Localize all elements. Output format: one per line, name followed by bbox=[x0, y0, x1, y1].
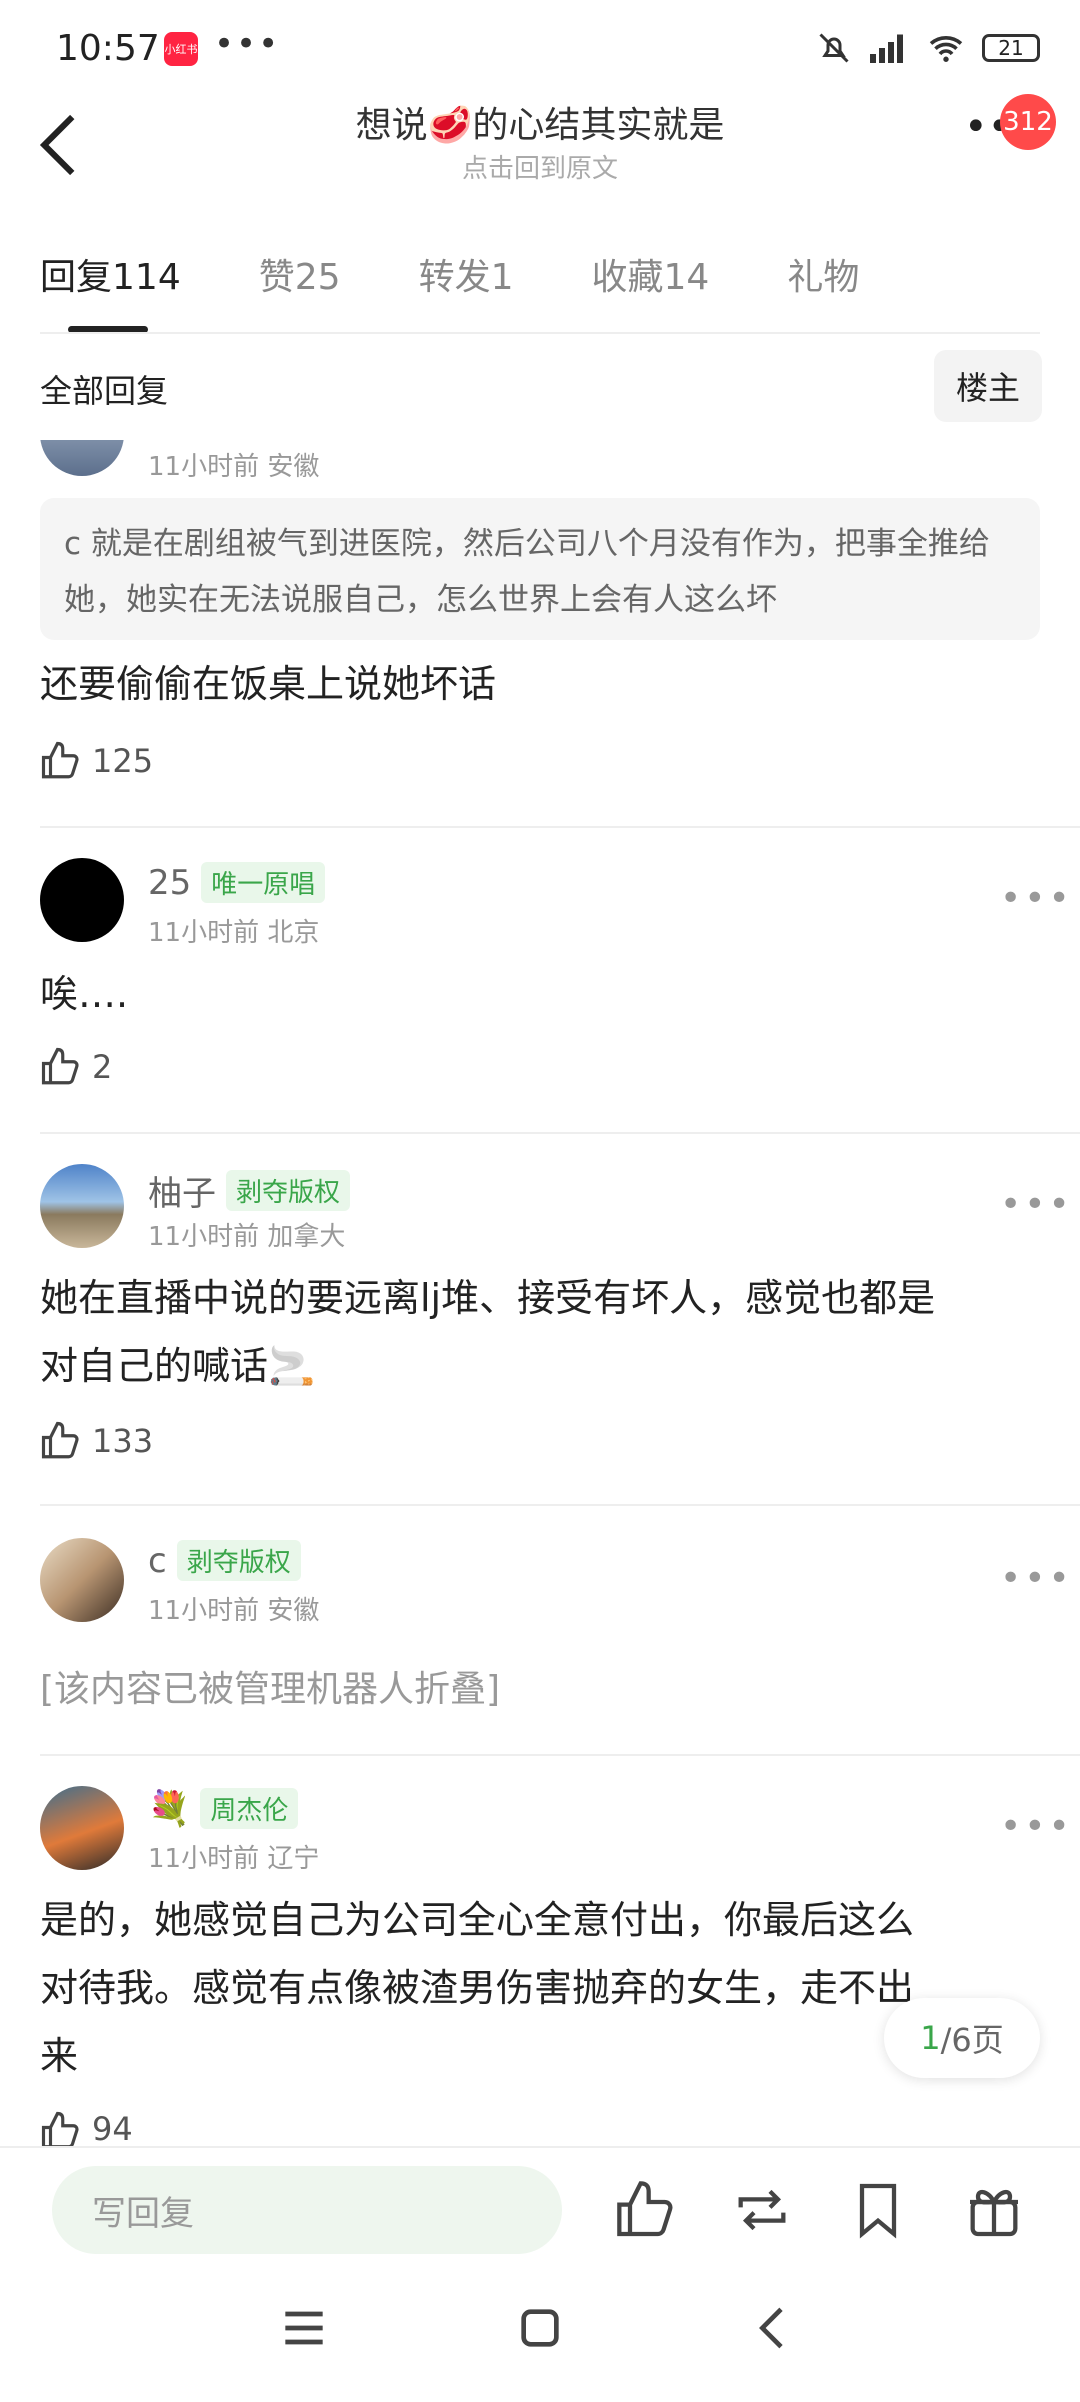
signal-icon bbox=[870, 34, 903, 63]
owner-filter-button[interactable]: 楼主 bbox=[934, 350, 1042, 422]
page-total: /6页 bbox=[940, 2021, 1004, 2059]
tab-gifts[interactable]: 礼物 bbox=[787, 248, 859, 300]
current-page: 1 bbox=[920, 2019, 941, 2057]
mute-bell-icon bbox=[819, 33, 849, 63]
page-indicator[interactable]: 1 /6页 bbox=[884, 1998, 1040, 2078]
tab-likes[interactable]: 赞25 bbox=[259, 248, 341, 300]
thumbs-up-icon bbox=[41, 741, 79, 779]
tab-favorites[interactable]: 收藏14 bbox=[591, 248, 709, 300]
username[interactable]: 💐 bbox=[148, 1789, 190, 1829]
user-tag: 唯一原唱 bbox=[201, 862, 326, 903]
username[interactable]: c bbox=[148, 1541, 167, 1581]
folded-content-notice[interactable]: [该内容已被管理机器人折叠] bbox=[40, 1660, 500, 1712]
comment-meta: 11小时前 加拿大 bbox=[148, 1222, 346, 1252]
home-nav-icon[interactable] bbox=[512, 2300, 568, 2356]
comment-menu-icon[interactable]: ••• bbox=[1000, 1184, 1073, 1225]
status-icons: 21 bbox=[816, 30, 1040, 66]
comment-menu-icon[interactable]: ••• bbox=[1000, 1806, 1073, 1847]
thumbs-up-icon bbox=[41, 1047, 79, 1085]
username[interactable]: 25 bbox=[148, 863, 191, 903]
menu-nav-icon[interactable] bbox=[276, 2300, 332, 2356]
comment-body[interactable]: 是的，她感觉自己为公司全心全意付出，你最后这么 对待我。感觉有点像被渣男伤害抛弃… bbox=[40, 1886, 914, 2090]
reply-input[interactable]: 写回复 bbox=[52, 2166, 562, 2254]
tab-replies[interactable]: 回复114 bbox=[40, 248, 181, 300]
quoted-reply[interactable]: c 就是在剧组被气到进医院，然后公司八个月没有作为，把事全推给她，她实在无法说服… bbox=[40, 498, 1040, 640]
back-nav-icon[interactable] bbox=[746, 2300, 802, 2356]
username[interactable]: 柚子 bbox=[148, 1166, 216, 1215]
comment-body[interactable]: 唉…. bbox=[40, 960, 128, 1028]
user-tag: 周杰伦 bbox=[200, 1788, 299, 1829]
comment-header: 25 唯一原唱 bbox=[148, 862, 326, 903]
repost-icon[interactable] bbox=[730, 2178, 794, 2242]
like-post-icon[interactable] bbox=[614, 2178, 678, 2242]
comment-header: 柚子 剥夺版权 bbox=[148, 1166, 351, 1215]
like-button[interactable]: 94 bbox=[40, 2110, 133, 2146]
like-count: 133 bbox=[92, 1422, 154, 1460]
wifi-icon bbox=[929, 36, 963, 62]
status-more-dots: ••• bbox=[214, 24, 281, 64]
avatar[interactable] bbox=[40, 1538, 124, 1622]
divider bbox=[40, 332, 1040, 334]
avatar[interactable] bbox=[40, 1786, 124, 1870]
thumbs-up-icon bbox=[41, 2111, 79, 2146]
notification-count-badge[interactable]: 312 bbox=[1000, 94, 1056, 150]
tab-reposts[interactable]: 转发1 bbox=[419, 248, 514, 300]
comment-meta: 11小时前 安徽 bbox=[148, 452, 320, 482]
like-button[interactable]: 133 bbox=[40, 1420, 153, 1462]
section-title: 全部回复 bbox=[40, 372, 169, 410]
status-time: 10:57 bbox=[56, 28, 160, 69]
user-tag: 剥夺版权 bbox=[176, 1540, 301, 1581]
battery-icon: 21 bbox=[982, 34, 1040, 62]
like-button[interactable]: 125 bbox=[40, 740, 153, 782]
comment-meta: 11小时前 北京 bbox=[148, 918, 320, 948]
comment-header: c 剥夺版权 bbox=[148, 1540, 301, 1581]
comment-body[interactable]: 还要偷偷在饭桌上说她坏话 bbox=[40, 650, 496, 718]
app-notification-icon: 小红书 bbox=[164, 32, 198, 66]
comment-menu-icon[interactable]: ••• bbox=[1000, 1558, 1073, 1599]
divider bbox=[40, 1132, 1080, 1134]
comment-body[interactable]: 她在直播中说的要远离lj堆、接受有坏人，感觉也都是 对自己的喊话🚬 bbox=[40, 1264, 935, 1400]
divider bbox=[40, 1504, 1080, 1506]
like-count: 94 bbox=[92, 2110, 133, 2146]
bookmark-icon[interactable] bbox=[846, 2178, 910, 2242]
like-button[interactable]: 2 bbox=[40, 1046, 112, 1088]
page-title[interactable]: 想说🥩的心结其实就是 bbox=[0, 96, 1080, 148]
avatar[interactable] bbox=[40, 1164, 124, 1248]
like-count: 125 bbox=[92, 742, 154, 780]
comment-meta: 11小时前 安徽 bbox=[148, 1596, 320, 1626]
comment-menu-icon[interactable]: ••• bbox=[1000, 878, 1073, 919]
comment-header: 💐 周杰伦 bbox=[148, 1788, 299, 1829]
divider bbox=[40, 1754, 1080, 1756]
comment-meta: 11小时前 辽宁 bbox=[148, 1844, 320, 1874]
tab-bar: 回复114 赞25 转发1 收藏14 礼物 bbox=[40, 248, 937, 300]
back-to-original-link[interactable]: 点击回到原文 bbox=[0, 148, 1080, 185]
avatar[interactable] bbox=[40, 858, 124, 942]
divider bbox=[40, 826, 1080, 828]
thumbs-up-icon bbox=[41, 1421, 79, 1459]
gift-icon[interactable] bbox=[962, 2178, 1026, 2242]
like-count: 2 bbox=[92, 1048, 113, 1086]
user-tag: 剥夺版权 bbox=[226, 1170, 351, 1211]
